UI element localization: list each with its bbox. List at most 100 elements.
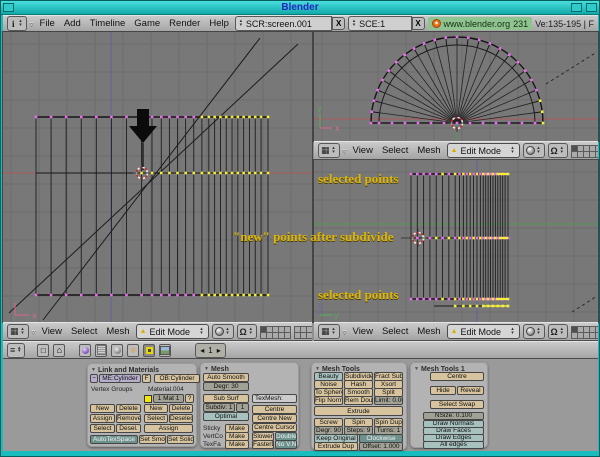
- menu-timeline[interactable]: Timeline: [87, 18, 129, 29]
- reveal-button[interactable]: Reveal: [457, 386, 484, 395]
- viewport-side[interactable]: y: [314, 160, 598, 322]
- object-button[interactable]: [127, 344, 139, 357]
- hide-menus-icon[interactable]: ▿: [343, 327, 347, 336]
- screen-close-button[interactable]: X: [332, 17, 345, 30]
- editing-button[interactable]: [143, 344, 155, 357]
- draw-mode-dropdown[interactable]: ▴▾: [523, 143, 545, 158]
- menu-render[interactable]: Render: [166, 18, 203, 29]
- material-color-swatch[interactable]: [144, 395, 152, 403]
- fake-user-button[interactable]: F: [142, 374, 151, 383]
- vgroup-delete-button[interactable]: Delete: [116, 404, 141, 413]
- object-name-field[interactable]: OB:Cylinder: [154, 374, 200, 383]
- limit-field[interactable]: Limit: 0.001: [374, 396, 403, 405]
- menu-help[interactable]: Help: [206, 18, 232, 29]
- mesh-name-field[interactable]: ME:Cylinder: [99, 374, 141, 383]
- all-edges-toggle[interactable]: All edges: [423, 441, 484, 449]
- offset-field[interactable]: Offset: 1.000: [359, 442, 403, 451]
- draw-mode-dropdown[interactable]: ▴▾: [523, 324, 545, 339]
- vgroup-select-button[interactable]: Select: [90, 424, 115, 433]
- frame-field[interactable]: ◂ 1 ▸: [195, 343, 225, 358]
- centre-button[interactable]: Centre: [430, 372, 484, 381]
- frame-prev-icon[interactable]: ◂: [200, 346, 204, 355]
- viewport-top[interactable]: yx: [314, 32, 598, 141]
- material-help-button[interactable]: ?: [185, 394, 194, 403]
- viewport-type-dropdown[interactable]: ▦ ▴▾: [318, 324, 340, 339]
- draw-mode-dropdown[interactable]: ▴▾: [212, 324, 234, 339]
- hide-menus-icon[interactable]: ▿: [30, 19, 34, 28]
- window-minimize-button[interactable]: [571, 3, 582, 12]
- material-assign-button[interactable]: Assign: [144, 424, 193, 433]
- collapse-icon[interactable]: ▼: [91, 367, 96, 373]
- screen-browser[interactable]: ▴▾ SCR:screen.001: [235, 16, 332, 31]
- scene-browser[interactable]: ▴▾ SCE:1: [348, 16, 412, 31]
- pivot-dropdown[interactable]: Ω ▴▾: [237, 324, 257, 339]
- hide-menus-icon[interactable]: ▿: [32, 327, 36, 336]
- layer-buttons[interactable]: [260, 326, 312, 338]
- material-select-button[interactable]: Select: [144, 414, 168, 423]
- collapse-icon[interactable]: ▼: [204, 366, 209, 372]
- hide-button[interactable]: Hide: [430, 386, 456, 395]
- material-new-button[interactable]: New: [144, 404, 168, 413]
- flip-norm-button[interactable]: Flip Norm: [314, 396, 343, 405]
- set-solid-button[interactable]: Set Solid: [167, 435, 194, 444]
- no-vnormal-flip-toggle[interactable]: No V.Normal Flip: [275, 440, 297, 449]
- view-button[interactable]: □: [37, 344, 49, 357]
- rem-doubles-button[interactable]: Rem Doub: [344, 396, 373, 405]
- auto-smooth-button[interactable]: Auto Smooth: [203, 373, 249, 382]
- select-menu[interactable]: Select: [68, 326, 100, 337]
- window-maximize-button[interactable]: [586, 3, 597, 12]
- degr-field[interactable]: Degr: 30: [203, 382, 249, 391]
- centre-cursor-button[interactable]: Centre Cursor: [252, 423, 297, 432]
- collapse-icon[interactable]: ▼: [414, 366, 419, 372]
- texmesh-field[interactable]: TexMesh:: [252, 394, 297, 403]
- subsurf-button[interactable]: Sub Surf: [203, 394, 249, 403]
- home-button[interactable]: ⌂: [53, 344, 65, 357]
- view-menu[interactable]: View: [350, 326, 376, 337]
- vgroup-deselect-button[interactable]: Desel.: [116, 424, 141, 433]
- centre-button[interactable]: Centre: [252, 405, 297, 414]
- menu-add[interactable]: Add: [61, 18, 84, 29]
- window-type-dropdown[interactable]: ≡ ▴▾: [7, 343, 25, 358]
- mesh-menu[interactable]: Mesh: [414, 145, 443, 156]
- vgroup-new-button[interactable]: New: [90, 404, 115, 413]
- shading-button[interactable]: [111, 344, 123, 357]
- layer-buttons[interactable]: [571, 326, 598, 338]
- pivot-dropdown[interactable]: Ω ▴▾: [548, 143, 568, 158]
- script-button[interactable]: [95, 344, 107, 357]
- optimal-toggle[interactable]: Optimal: [203, 412, 249, 421]
- browse-mesh-icon[interactable]: −: [90, 374, 98, 383]
- window-type-dropdown[interactable]: i ▴▾: [7, 16, 27, 31]
- hide-menus-icon[interactable]: ▿: [343, 146, 347, 155]
- extrude-dup-button[interactable]: Extrude Dup: [314, 442, 358, 451]
- view-menu[interactable]: View: [350, 145, 376, 156]
- mode-dropdown[interactable]: ▲ Edit Mode ▴▾: [136, 324, 209, 339]
- viewport-type-dropdown[interactable]: ▦ ▴▾: [7, 324, 29, 339]
- autotexspace-toggle[interactable]: AutoTexSpace: [90, 435, 138, 444]
- menu-file[interactable]: File: [37, 18, 58, 29]
- vgroup-assign-button[interactable]: Assign: [90, 414, 115, 423]
- faster-draw-button[interactable]: FasterDraw: [252, 440, 274, 449]
- logic-button[interactable]: [79, 344, 91, 357]
- select-menu[interactable]: Select: [379, 145, 411, 156]
- subdiv-field[interactable]: Subdiv: 1: [203, 403, 235, 412]
- centre-new-button[interactable]: Centre New: [252, 414, 297, 423]
- nsize-field[interactable]: NSize: 0.100: [423, 412, 484, 420]
- material-delete-button[interactable]: Delete: [169, 404, 193, 413]
- frame-next-icon[interactable]: ▸: [217, 346, 221, 355]
- mesh-menu[interactable]: Mesh: [103, 326, 132, 337]
- pivot-dropdown[interactable]: Ω ▴▾: [548, 324, 568, 339]
- scene-close-button[interactable]: X: [412, 17, 425, 30]
- scene-button[interactable]: [159, 344, 171, 357]
- layer-buttons[interactable]: [571, 145, 598, 157]
- subdiv-render-field[interactable]: 1: [236, 403, 249, 412]
- set-smooth-button[interactable]: Set Smooth: [139, 435, 166, 444]
- mode-dropdown[interactable]: ▲ Edit Mode ▴▾: [447, 143, 520, 158]
- extrude-button[interactable]: Extrude: [314, 406, 403, 416]
- material-index-field[interactable]: 1 Mat 1: [153, 394, 184, 403]
- texface-make-button[interactable]: Make: [225, 440, 249, 449]
- menu-game[interactable]: Game: [131, 18, 163, 29]
- window-menu-button[interactable]: [3, 3, 14, 12]
- mesh-menu[interactable]: Mesh: [414, 326, 443, 337]
- titlebar[interactable]: Blender: [1, 1, 599, 15]
- viewport-front[interactable]: x: [3, 32, 312, 322]
